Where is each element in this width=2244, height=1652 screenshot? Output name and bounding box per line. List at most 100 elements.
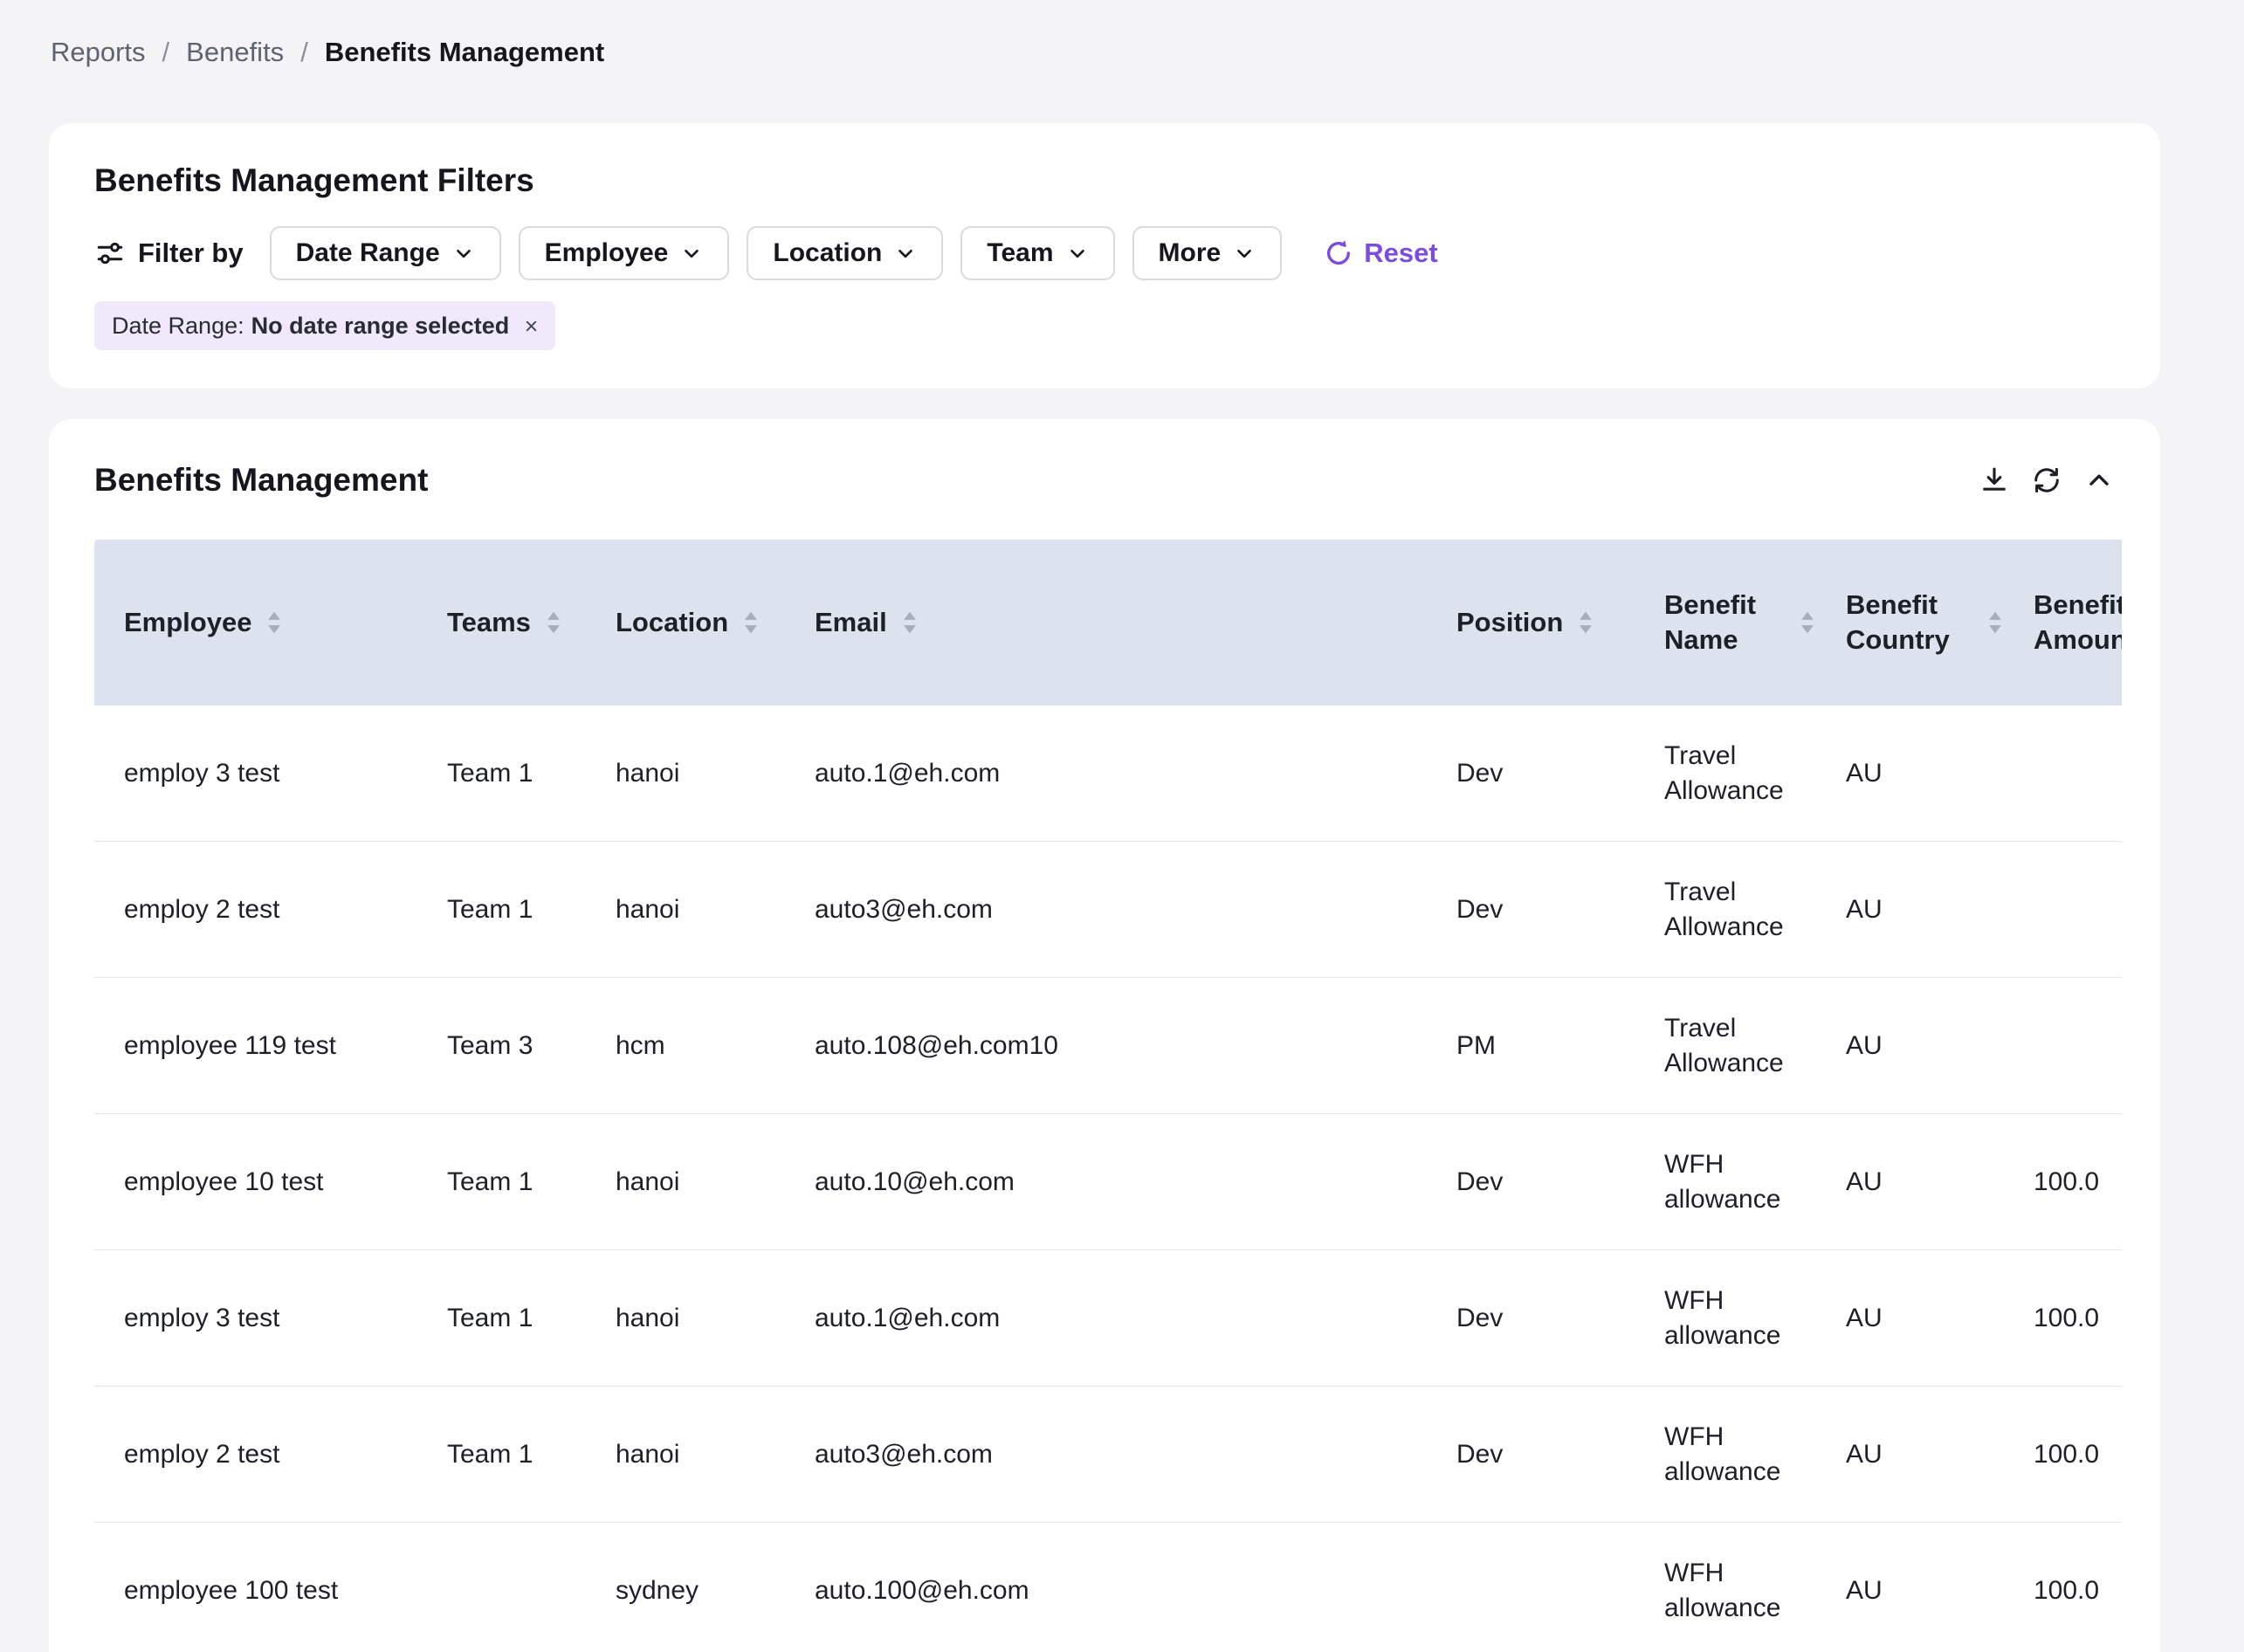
table-row[interactable]: employee 119 test Team 3 hcm auto.108@eh…: [94, 978, 2122, 1114]
cell-teams: Team 1: [417, 1301, 586, 1336]
cell-benefit-amount: 100.0: [2004, 1165, 2122, 1200]
more-filters-label: More: [1159, 238, 1222, 268]
reset-label: Reset: [1364, 237, 1437, 269]
column-header-teams[interactable]: Teams: [417, 605, 586, 640]
cell-benefit-name: Travel Allowance: [1635, 1011, 1816, 1081]
cell-benefit-country: AU: [1816, 1165, 2004, 1200]
cell-benefit-country: AU: [1816, 756, 2004, 791]
cell-teams: Team 1: [417, 1437, 586, 1472]
column-header-benefit-amount[interactable]: Benefit Amount: [2004, 588, 2122, 657]
cell-email: auto.100@eh.com: [785, 1573, 1427, 1608]
column-label: Employee: [124, 605, 251, 640]
sort-icon: [742, 610, 760, 635]
cell-benefit-amount: 100.0: [2004, 1437, 2122, 1472]
cell-employee: employee 10 test: [94, 1165, 417, 1200]
filter-icon: [94, 237, 126, 269]
table-toolbar: [1979, 465, 2115, 496]
table-row[interactable]: employ 3 test Team 1 hanoi auto.1@eh.com…: [94, 1250, 2122, 1387]
column-header-email[interactable]: Email: [785, 605, 1427, 640]
sort-icon: [1577, 610, 1594, 635]
cell-benefit-name: Travel Allowance: [1635, 739, 1816, 809]
cell-position: Dev: [1427, 892, 1635, 927]
cell-benefit-amount: 100.0: [2004, 1573, 2122, 1608]
sort-icon: [1799, 610, 1816, 635]
breadcrumb-benefits[interactable]: Benefits: [186, 37, 284, 68]
cell-email: auto3@eh.com: [785, 892, 1427, 927]
chevron-down-icon: [894, 242, 917, 265]
breadcrumb: Reports / Benefits / Benefits Management: [51, 37, 2244, 68]
cell-employee: employee 119 test: [94, 1029, 417, 1063]
cell-benefit-name: Travel Allowance: [1635, 875, 1816, 945]
cell-position: Dev: [1427, 1437, 1635, 1472]
cell-location: hanoi: [586, 1437, 785, 1472]
reset-filters-button[interactable]: Reset: [1324, 237, 1437, 269]
date-range-filter-label: Date Range: [296, 238, 440, 268]
cell-location: hanoi: [586, 1301, 785, 1336]
team-filter-button[interactable]: Team: [960, 226, 1114, 280]
cell-employee: employ 3 test: [94, 756, 417, 791]
date-range-filter-button[interactable]: Date Range: [270, 226, 501, 280]
table-row[interactable]: employ 2 test Team 1 hanoi auto3@eh.com …: [94, 842, 2122, 978]
cell-employee: employ 3 test: [94, 1301, 417, 1336]
column-label: Benefit Country: [1846, 588, 1972, 657]
chevron-down-icon: [1233, 242, 1256, 265]
cell-email: auto.10@eh.com: [785, 1165, 1427, 1200]
sort-icon: [265, 610, 283, 635]
cell-benefit-country: AU: [1816, 1029, 2004, 1063]
table-row[interactable]: employ 3 test Team 1 hanoi auto.1@eh.com…: [94, 706, 2122, 842]
column-label: Position: [1456, 605, 1563, 640]
cell-benefit-amount: 100.0: [2004, 1301, 2122, 1336]
cell-location: hcm: [586, 1029, 785, 1063]
column-label: Benefit Amount: [2034, 588, 2122, 657]
refresh-icon[interactable]: [2031, 465, 2062, 496]
chevron-down-icon: [1066, 242, 1089, 265]
column-header-benefit-country[interactable]: Benefit Country: [1816, 588, 2004, 657]
filters-card-title: Benefits Management Filters: [94, 162, 2115, 200]
download-icon[interactable]: [1979, 465, 2010, 496]
cell-teams: Team 1: [417, 1165, 586, 1200]
reset-icon: [1324, 238, 1353, 268]
table-body: employ 3 test Team 1 hanoi auto.1@eh.com…: [94, 706, 2122, 1652]
breadcrumb-current-page: Benefits Management: [325, 37, 604, 68]
chip-label: Date Range:: [112, 313, 244, 340]
filter-by-label: Filter by: [138, 237, 244, 269]
table-card-header: Benefits Management: [94, 458, 2115, 503]
team-filter-label: Team: [987, 238, 1053, 268]
breadcrumb-separator: /: [300, 37, 308, 68]
more-filters-button[interactable]: More: [1132, 226, 1283, 280]
cell-employee: employ 2 test: [94, 892, 417, 927]
breadcrumb-reports[interactable]: Reports: [51, 37, 146, 68]
table-row[interactable]: employ 2 test Team 1 hanoi auto3@eh.com …: [94, 1387, 2122, 1523]
table-row[interactable]: employee 100 test sydney auto.100@eh.com…: [94, 1523, 2122, 1652]
chevron-down-icon: [452, 242, 475, 265]
sort-icon: [545, 610, 562, 635]
cell-email: auto.1@eh.com: [785, 756, 1427, 791]
cell-benefit-name: WFH allowance: [1635, 1556, 1816, 1626]
column-label: Benefit Name: [1664, 588, 1785, 657]
breadcrumb-separator: /: [162, 37, 170, 68]
location-filter-label: Location: [773, 238, 882, 268]
collapse-icon[interactable]: [2083, 465, 2115, 496]
sort-icon: [1986, 610, 2004, 635]
column-header-location[interactable]: Location: [586, 605, 785, 640]
location-filter-button[interactable]: Location: [747, 226, 943, 280]
column-header-employee[interactable]: Employee: [94, 605, 417, 640]
cell-benefit-name: WFH allowance: [1635, 1420, 1816, 1490]
cell-location: sydney: [586, 1573, 785, 1608]
cell-email: auto.1@eh.com: [785, 1301, 1427, 1336]
benefits-table[interactable]: Employee Teams Location Email Position B…: [94, 540, 2122, 1652]
cell-position: Dev: [1427, 1301, 1635, 1336]
table-header-row: Employee Teams Location Email Position B…: [94, 540, 2122, 706]
cell-benefit-country: AU: [1816, 892, 2004, 927]
cell-benefit-country: AU: [1816, 1437, 2004, 1472]
remove-filter-icon[interactable]: [521, 316, 541, 336]
table-row[interactable]: employee 10 test Team 1 hanoi auto.10@eh…: [94, 1114, 2122, 1250]
column-header-benefit-name[interactable]: Benefit Name: [1635, 588, 1816, 657]
cell-position: Dev: [1427, 1165, 1635, 1200]
cell-email: auto.108@eh.com10: [785, 1029, 1427, 1063]
benefits-table-card: Benefits Management E: [49, 419, 2160, 1652]
column-header-position[interactable]: Position: [1427, 605, 1635, 640]
filter-row: Filter by Date Range Employee Location T…: [94, 226, 2115, 280]
employee-filter-button[interactable]: Employee: [519, 226, 730, 280]
filters-card: Benefits Management Filters Filter by Da…: [49, 123, 2160, 389]
